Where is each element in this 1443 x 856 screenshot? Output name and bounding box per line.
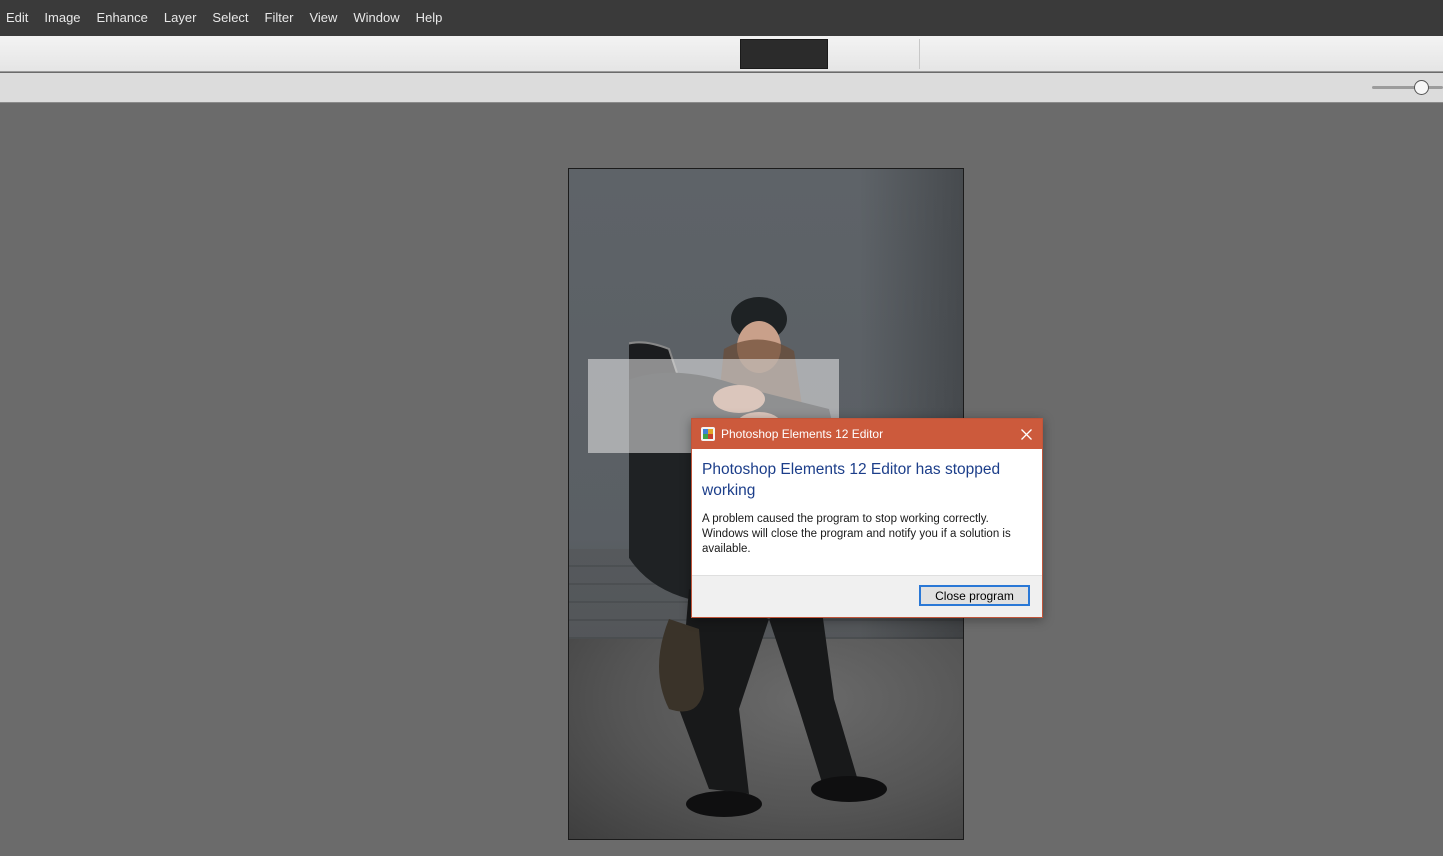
dialog-heading: Photoshop Elements 12 Editor has stopped… bbox=[702, 461, 1001, 499]
zoom-slider-thumb[interactable] bbox=[1414, 80, 1430, 95]
menu-filter[interactable]: Filter bbox=[259, 10, 302, 27]
menu-edit[interactable]: Edit bbox=[0, 10, 36, 27]
dialog-close-button[interactable] bbox=[1010, 419, 1042, 449]
close-icon bbox=[1020, 428, 1032, 440]
menu-bar: Edit Image Enhance Layer Select Filter V… bbox=[0, 0, 1443, 36]
top-toolbar bbox=[0, 36, 1443, 72]
options-bar bbox=[0, 73, 1443, 103]
menu-window[interactable]: Window bbox=[347, 10, 407, 27]
dialog-footer: Close program bbox=[692, 575, 1042, 617]
menu-image[interactable]: Image bbox=[38, 10, 88, 27]
mode-button[interactable] bbox=[830, 39, 920, 69]
mode-button-active[interactable] bbox=[740, 39, 828, 69]
error-dialog: Photoshop Elements 12 Editor Photoshop E… bbox=[691, 418, 1043, 618]
close-program-button[interactable]: Close program bbox=[919, 585, 1030, 606]
dialog-message: A problem caused the program to stop wor… bbox=[702, 513, 1011, 555]
dialog-body: Photoshop Elements 12 Editor has stopped… bbox=[692, 449, 1042, 557]
menu-select[interactable]: Select bbox=[206, 10, 256, 27]
zoom-slider-track[interactable] bbox=[1372, 86, 1443, 89]
menu-help[interactable]: Help bbox=[410, 10, 451, 27]
dialog-titlebar[interactable]: Photoshop Elements 12 Editor bbox=[692, 419, 1042, 449]
photoshop-elements-app-icon bbox=[701, 427, 715, 441]
menu-enhance[interactable]: Enhance bbox=[91, 10, 156, 27]
menu-view[interactable]: View bbox=[303, 10, 345, 27]
dialog-title: Photoshop Elements 12 Editor bbox=[721, 427, 884, 441]
menu-layer[interactable]: Layer bbox=[158, 10, 205, 27]
